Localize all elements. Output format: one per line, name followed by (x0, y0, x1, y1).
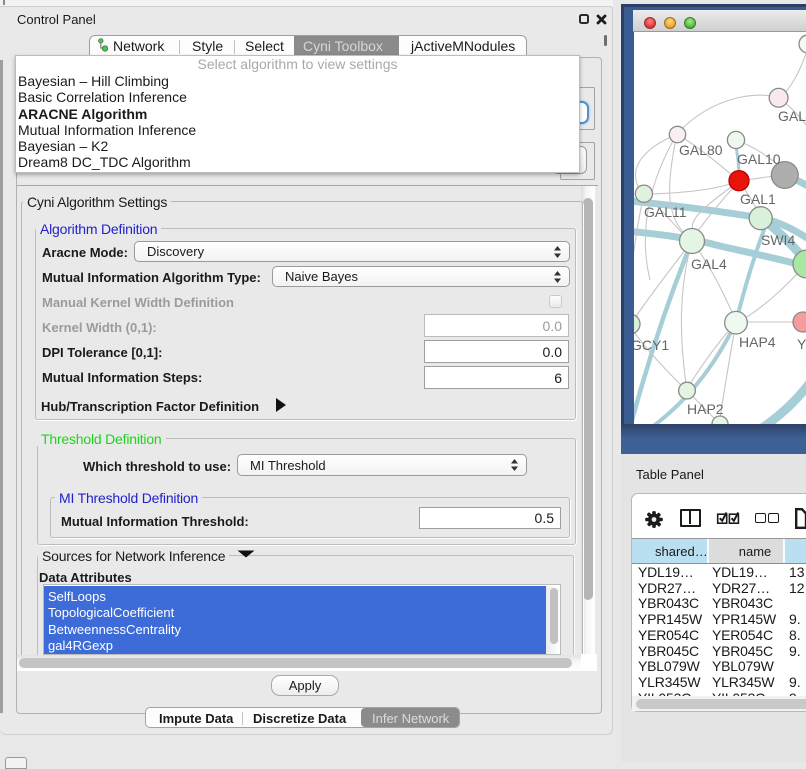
svg-text:GAL10: GAL10 (737, 151, 781, 167)
svg-text:SWI4: SWI4 (761, 232, 795, 248)
svg-text:HAP2: HAP2 (687, 401, 724, 417)
svg-text:GAL80: GAL80 (679, 142, 723, 158)
svg-text:GAL: GAL (778, 108, 806, 124)
svg-text:GAL1: GAL1 (740, 191, 776, 207)
svg-text:GAL11: GAL11 (644, 204, 687, 220)
svg-text:Y: Y (797, 336, 806, 352)
svg-text:GAL4: GAL4 (691, 256, 727, 272)
svg-text:HAP4: HAP4 (739, 334, 776, 350)
svg-text:GCY1: GCY1 (634, 337, 669, 353)
